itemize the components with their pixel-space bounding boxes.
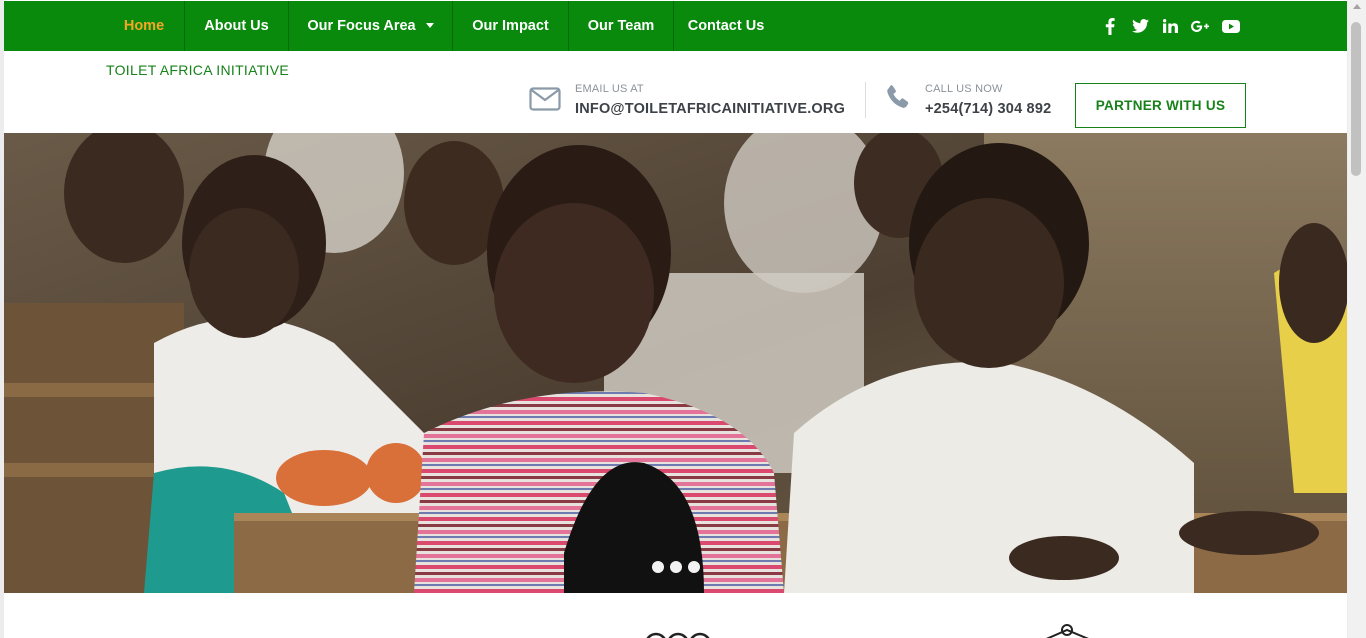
site-brand-name[interactable]: TOILET AFRICA INITIATIVE (106, 62, 289, 78)
facebook-icon[interactable] (1099, 15, 1121, 37)
email-address[interactable]: INFO@TOILETAFRICAINITIATIVE.ORG (575, 101, 845, 117)
youtube-icon[interactable] (1220, 15, 1242, 37)
contact-divider (865, 82, 866, 118)
carousel-dot-2[interactable] (670, 561, 682, 573)
hero-carousel (4, 133, 1347, 593)
top-navigation-bar: Home About Us Our Focus Area Our Impact … (4, 1, 1347, 51)
nav-about-us[interactable]: About Us (185, 1, 288, 51)
google-plus-icon[interactable] (1189, 15, 1211, 37)
nav-our-team[interactable]: Our Team (569, 1, 673, 51)
nav-our-focus-area[interactable]: Our Focus Area (289, 1, 452, 51)
email-label: EMAIL US AT (575, 83, 644, 95)
scrollbar-thumb[interactable] (1351, 22, 1361, 176)
section-icon-partial (644, 612, 714, 638)
linkedin-icon[interactable] (1159, 15, 1181, 37)
partner-with-us-button[interactable]: PARTNER WITH US (1075, 83, 1246, 128)
nav-our-impact[interactable]: Our Impact (453, 1, 568, 51)
nav-home[interactable]: Home (104, 1, 184, 51)
phone-number[interactable]: +254(714) 304 892 (925, 101, 1051, 117)
hero-photo-classroom-children (4, 133, 1347, 593)
phone-icon (885, 84, 911, 115)
page: Home About Us Our Focus Area Our Impact … (4, 0, 1347, 638)
carousel-pagination (652, 561, 700, 573)
envelope-icon (529, 87, 561, 116)
nav-our-focus-area-label: Our Focus Area (307, 18, 416, 34)
carousel-dot-1[interactable] (652, 561, 664, 573)
dropdown-caret-icon (425, 22, 434, 28)
network-icon-partial (1039, 622, 1099, 638)
nav-contact-us[interactable]: Contact Us (674, 1, 778, 51)
scroll-up-arrow-icon[interactable] (1353, 4, 1361, 9)
page-scrollbar[interactable] (1348, 0, 1366, 638)
carousel-dot-3[interactable] (688, 561, 700, 573)
phone-label: CALL US NOW (925, 83, 1003, 95)
twitter-icon[interactable] (1129, 15, 1151, 37)
